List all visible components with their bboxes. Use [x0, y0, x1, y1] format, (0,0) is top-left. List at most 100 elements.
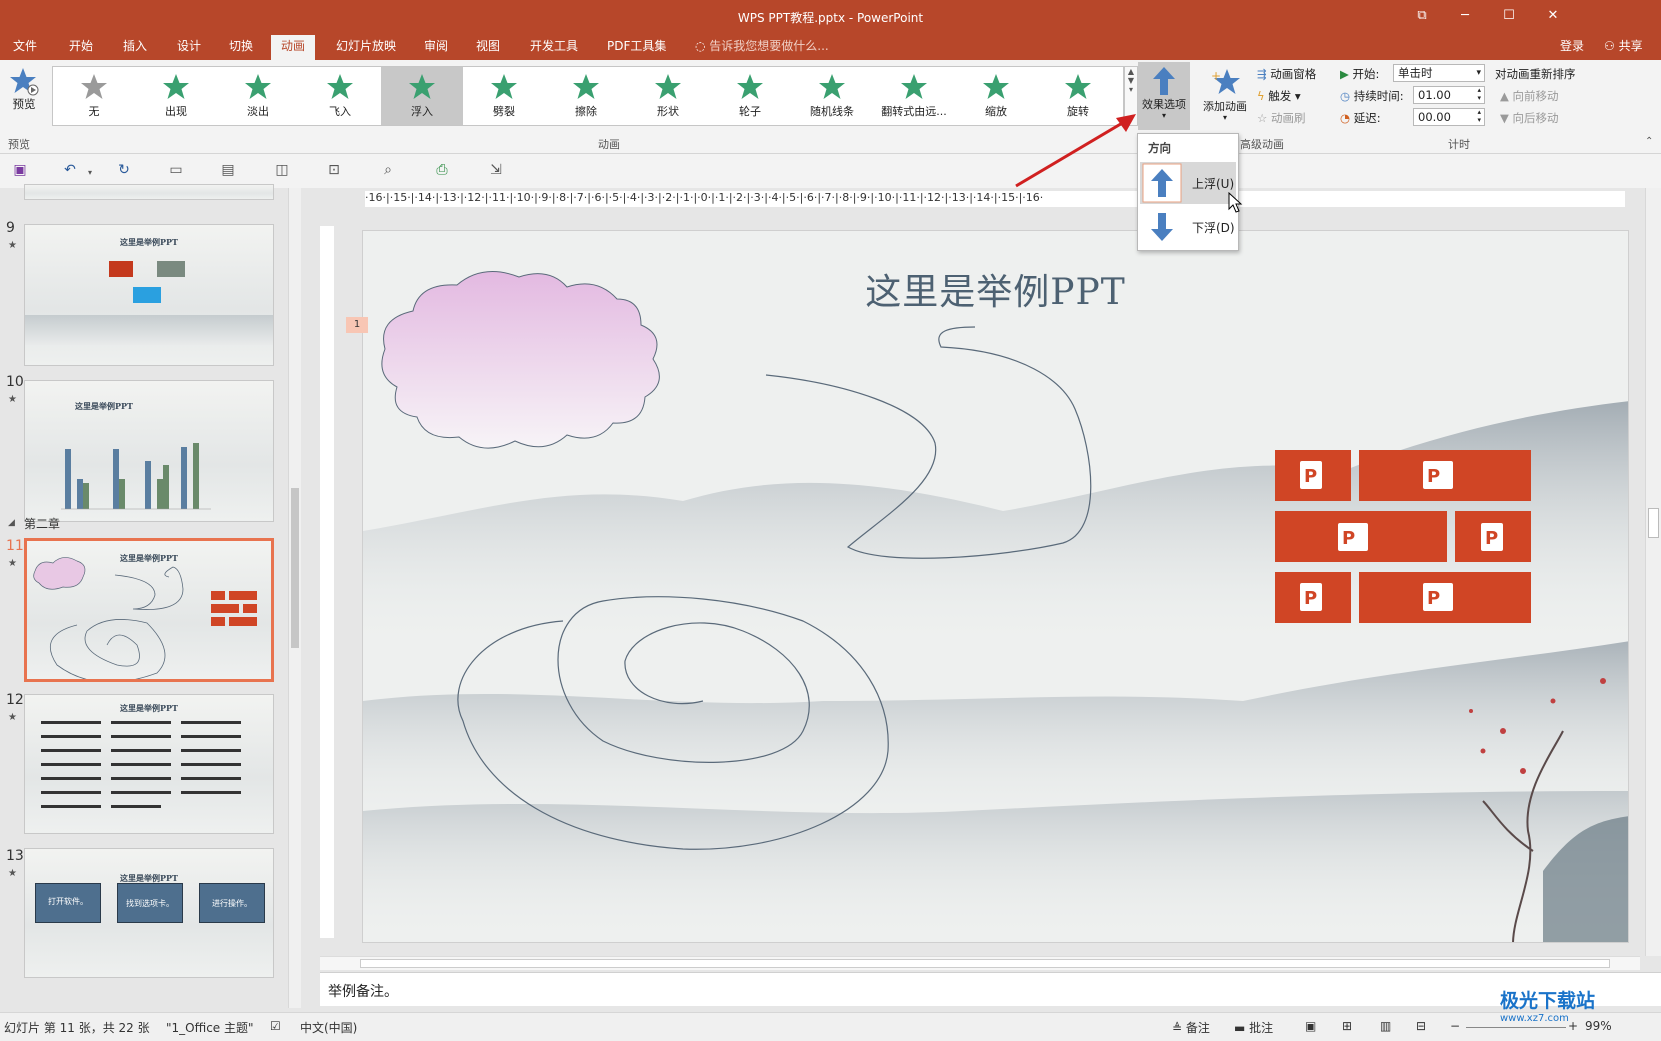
animation-effect-5[interactable]: 劈裂: [463, 67, 545, 125]
tab-home[interactable]: 开始: [59, 35, 103, 60]
animation-effect-8[interactable]: 轮子: [709, 67, 791, 125]
scroll-thumb[interactable]: [360, 959, 1610, 968]
animation-effect-9[interactable]: 随机线条: [791, 67, 873, 125]
add-animation-button[interactable]: + 添加动画 ▾: [1198, 62, 1252, 130]
stepper-arrows-icon: ▴ ▾: [1477, 86, 1481, 102]
zoom-slider[interactable]: [1466, 1027, 1566, 1028]
textbox-icon[interactable]: ▤: [218, 162, 238, 182]
slide-vertical-scrollbar[interactable]: [1645, 188, 1661, 956]
ppt-logo-tile[interactable]: [1455, 511, 1531, 562]
tell-me-box[interactable]: ◌ 告诉我您想要做什么...: [685, 35, 839, 60]
slide-sorter-icon[interactable]: ⊞: [1342, 1019, 1352, 1033]
tab-file[interactable]: 文件: [3, 35, 47, 60]
start-select-value: 单击时: [1398, 66, 1433, 80]
save-icon[interactable]: ▣: [10, 162, 30, 182]
add-animation-label: 添加动画: [1203, 100, 1247, 113]
tab-design[interactable]: 设计: [167, 35, 211, 60]
collapse-ribbon-icon[interactable]: ⌃: [1645, 136, 1653, 147]
animation-painter-button[interactable]: ☆ 动画刷: [1257, 110, 1305, 126]
tab-slideshow[interactable]: 幻灯片放映: [326, 35, 406, 60]
ppt-logo-tile[interactable]: [1275, 450, 1351, 501]
thumbnail-number: 13: [6, 848, 24, 864]
thumbnail-slide-10[interactable]: 这里是举例PPT: [24, 380, 274, 522]
start-select[interactable]: 单击时 ▾: [1393, 64, 1485, 82]
reading-view-icon[interactable]: ▥: [1380, 1019, 1391, 1033]
animation-star-icon: [81, 74, 107, 99]
language-indicator[interactable]: 中文(中国): [300, 1019, 357, 1036]
minimize-button[interactable]: ─: [1445, 4, 1485, 28]
animation-star-icon: ★: [8, 394, 17, 405]
tab-animations[interactable]: 动画: [271, 35, 316, 60]
ppt-logo-tile[interactable]: [1359, 450, 1531, 501]
animation-effect-10[interactable]: 翻转式由远...: [873, 67, 955, 125]
section-label[interactable]: 第二章: [24, 515, 60, 532]
thumbnail-slide-13[interactable]: 这里是举例PPT 打开软件。 找到选项卡。 进行操作。: [24, 848, 274, 978]
animation-effect-6[interactable]: 擦除: [545, 67, 627, 125]
zoom-out-icon[interactable]: −: [1450, 1019, 1460, 1033]
preview-button[interactable]: 预览: [4, 64, 44, 120]
login-link[interactable]: 登录: [1550, 35, 1594, 60]
slide-title[interactable]: 这里是举例PPT: [363, 263, 1628, 315]
comments-toggle[interactable]: ▬ 批注: [1234, 1019, 1273, 1036]
animation-effect-1[interactable]: 出现: [135, 67, 217, 125]
animation-star-icon: [245, 74, 271, 99]
spellcheck-icon[interactable]: ☑: [270, 1019, 281, 1033]
notes-text[interactable]: 举例备注。: [328, 981, 398, 1001]
triangle-down-icon: ▼: [1500, 111, 1513, 125]
ppt-logo-tile[interactable]: [1275, 511, 1447, 562]
slideshow-view-icon[interactable]: ⊟: [1416, 1019, 1426, 1033]
thumbnail-slide-12[interactable]: 这里是举例PPT: [24, 694, 274, 834]
animation-effect-3[interactable]: 飞入: [299, 67, 381, 125]
slide-horizontal-scrollbar[interactable]: [320, 956, 1640, 970]
new-slide-icon[interactable]: ▭: [166, 162, 186, 182]
export-icon[interactable]: ⇲: [486, 162, 506, 182]
animation-pane-button[interactable]: ⇶ 动画窗格: [1257, 66, 1316, 82]
float-up-option[interactable]: 上浮(U): [1140, 162, 1236, 204]
move-later-button[interactable]: ▼ 向后移动: [1500, 110, 1559, 126]
effect-options-button[interactable]: 效果选项 ▾: [1138, 62, 1190, 130]
tab-view[interactable]: 视图: [466, 35, 510, 60]
current-slide[interactable]: 这里是举例PPT PPPPPP: [362, 230, 1629, 943]
thumbnail-slide-9[interactable]: 这里是举例PPT: [24, 224, 274, 366]
thumbnail-number: 9: [6, 220, 15, 236]
delay-stepper[interactable]: 00.00 ▴ ▾: [1413, 108, 1485, 126]
tab-insert[interactable]: 插入: [113, 35, 157, 60]
float-down-option[interactable]: 下浮(D): [1140, 206, 1236, 248]
notes-toggle[interactable]: ≜ 备注: [1172, 1019, 1210, 1036]
notes-pane[interactable]: 举例备注。: [320, 972, 1661, 1006]
animation-pane-label: 动画窗格: [1270, 67, 1317, 81]
animation-star-icon: [901, 74, 927, 99]
lightning-icon: ϟ: [1257, 89, 1269, 103]
redo-icon[interactable]: ↻: [114, 162, 134, 182]
print-preview-icon[interactable]: ⌕: [378, 162, 398, 182]
animation-effect-2[interactable]: 淡出: [217, 67, 299, 125]
animation-effect-4[interactable]: 浮入: [381, 67, 463, 125]
duration-stepper[interactable]: 01.00 ▴ ▾: [1413, 86, 1485, 104]
share-button[interactable]: ⚇ 共享: [1594, 35, 1653, 60]
ppt-logo-tile[interactable]: [1359, 572, 1531, 623]
normal-view-icon[interactable]: ▣: [1305, 1019, 1316, 1033]
animation-effect-7[interactable]: 形状: [627, 67, 709, 125]
move-earlier-button[interactable]: ▲ 向前移动: [1500, 88, 1559, 104]
ribbon-display-icon[interactable]: ⧉: [1402, 4, 1442, 28]
thumbnail-8-partial[interactable]: [24, 184, 274, 200]
undo-icon[interactable]: ↶: [60, 162, 80, 182]
ppt-logo-tile[interactable]: [1275, 572, 1351, 623]
close-button[interactable]: ✕: [1533, 4, 1573, 28]
scroll-thumb[interactable]: [291, 488, 299, 648]
scroll-thumb[interactable]: [1648, 508, 1659, 538]
thumbnail-slide-11[interactable]: 这里是举例PPT: [24, 538, 274, 682]
slideshow-icon[interactable]: ⊡: [324, 162, 344, 182]
animation-order-tag[interactable]: 1: [346, 317, 368, 333]
present-icon[interactable]: ◫: [272, 162, 292, 182]
trigger-button[interactable]: ϟ 触发 ▾: [1257, 88, 1301, 104]
animation-effect-0[interactable]: 无: [53, 67, 135, 125]
tab-developer[interactable]: 开发工具: [520, 35, 588, 60]
thumbnails-scrollbar[interactable]: [288, 188, 301, 1008]
tab-review[interactable]: 审阅: [414, 35, 458, 60]
print-icon[interactable]: ⎙: [432, 162, 452, 182]
tab-transitions[interactable]: 切换: [219, 35, 263, 60]
maximize-button[interactable]: ☐: [1489, 4, 1529, 28]
section-collapse-icon[interactable]: ◢: [8, 518, 15, 528]
tab-pdf-tools[interactable]: PDF工具集: [597, 35, 676, 60]
